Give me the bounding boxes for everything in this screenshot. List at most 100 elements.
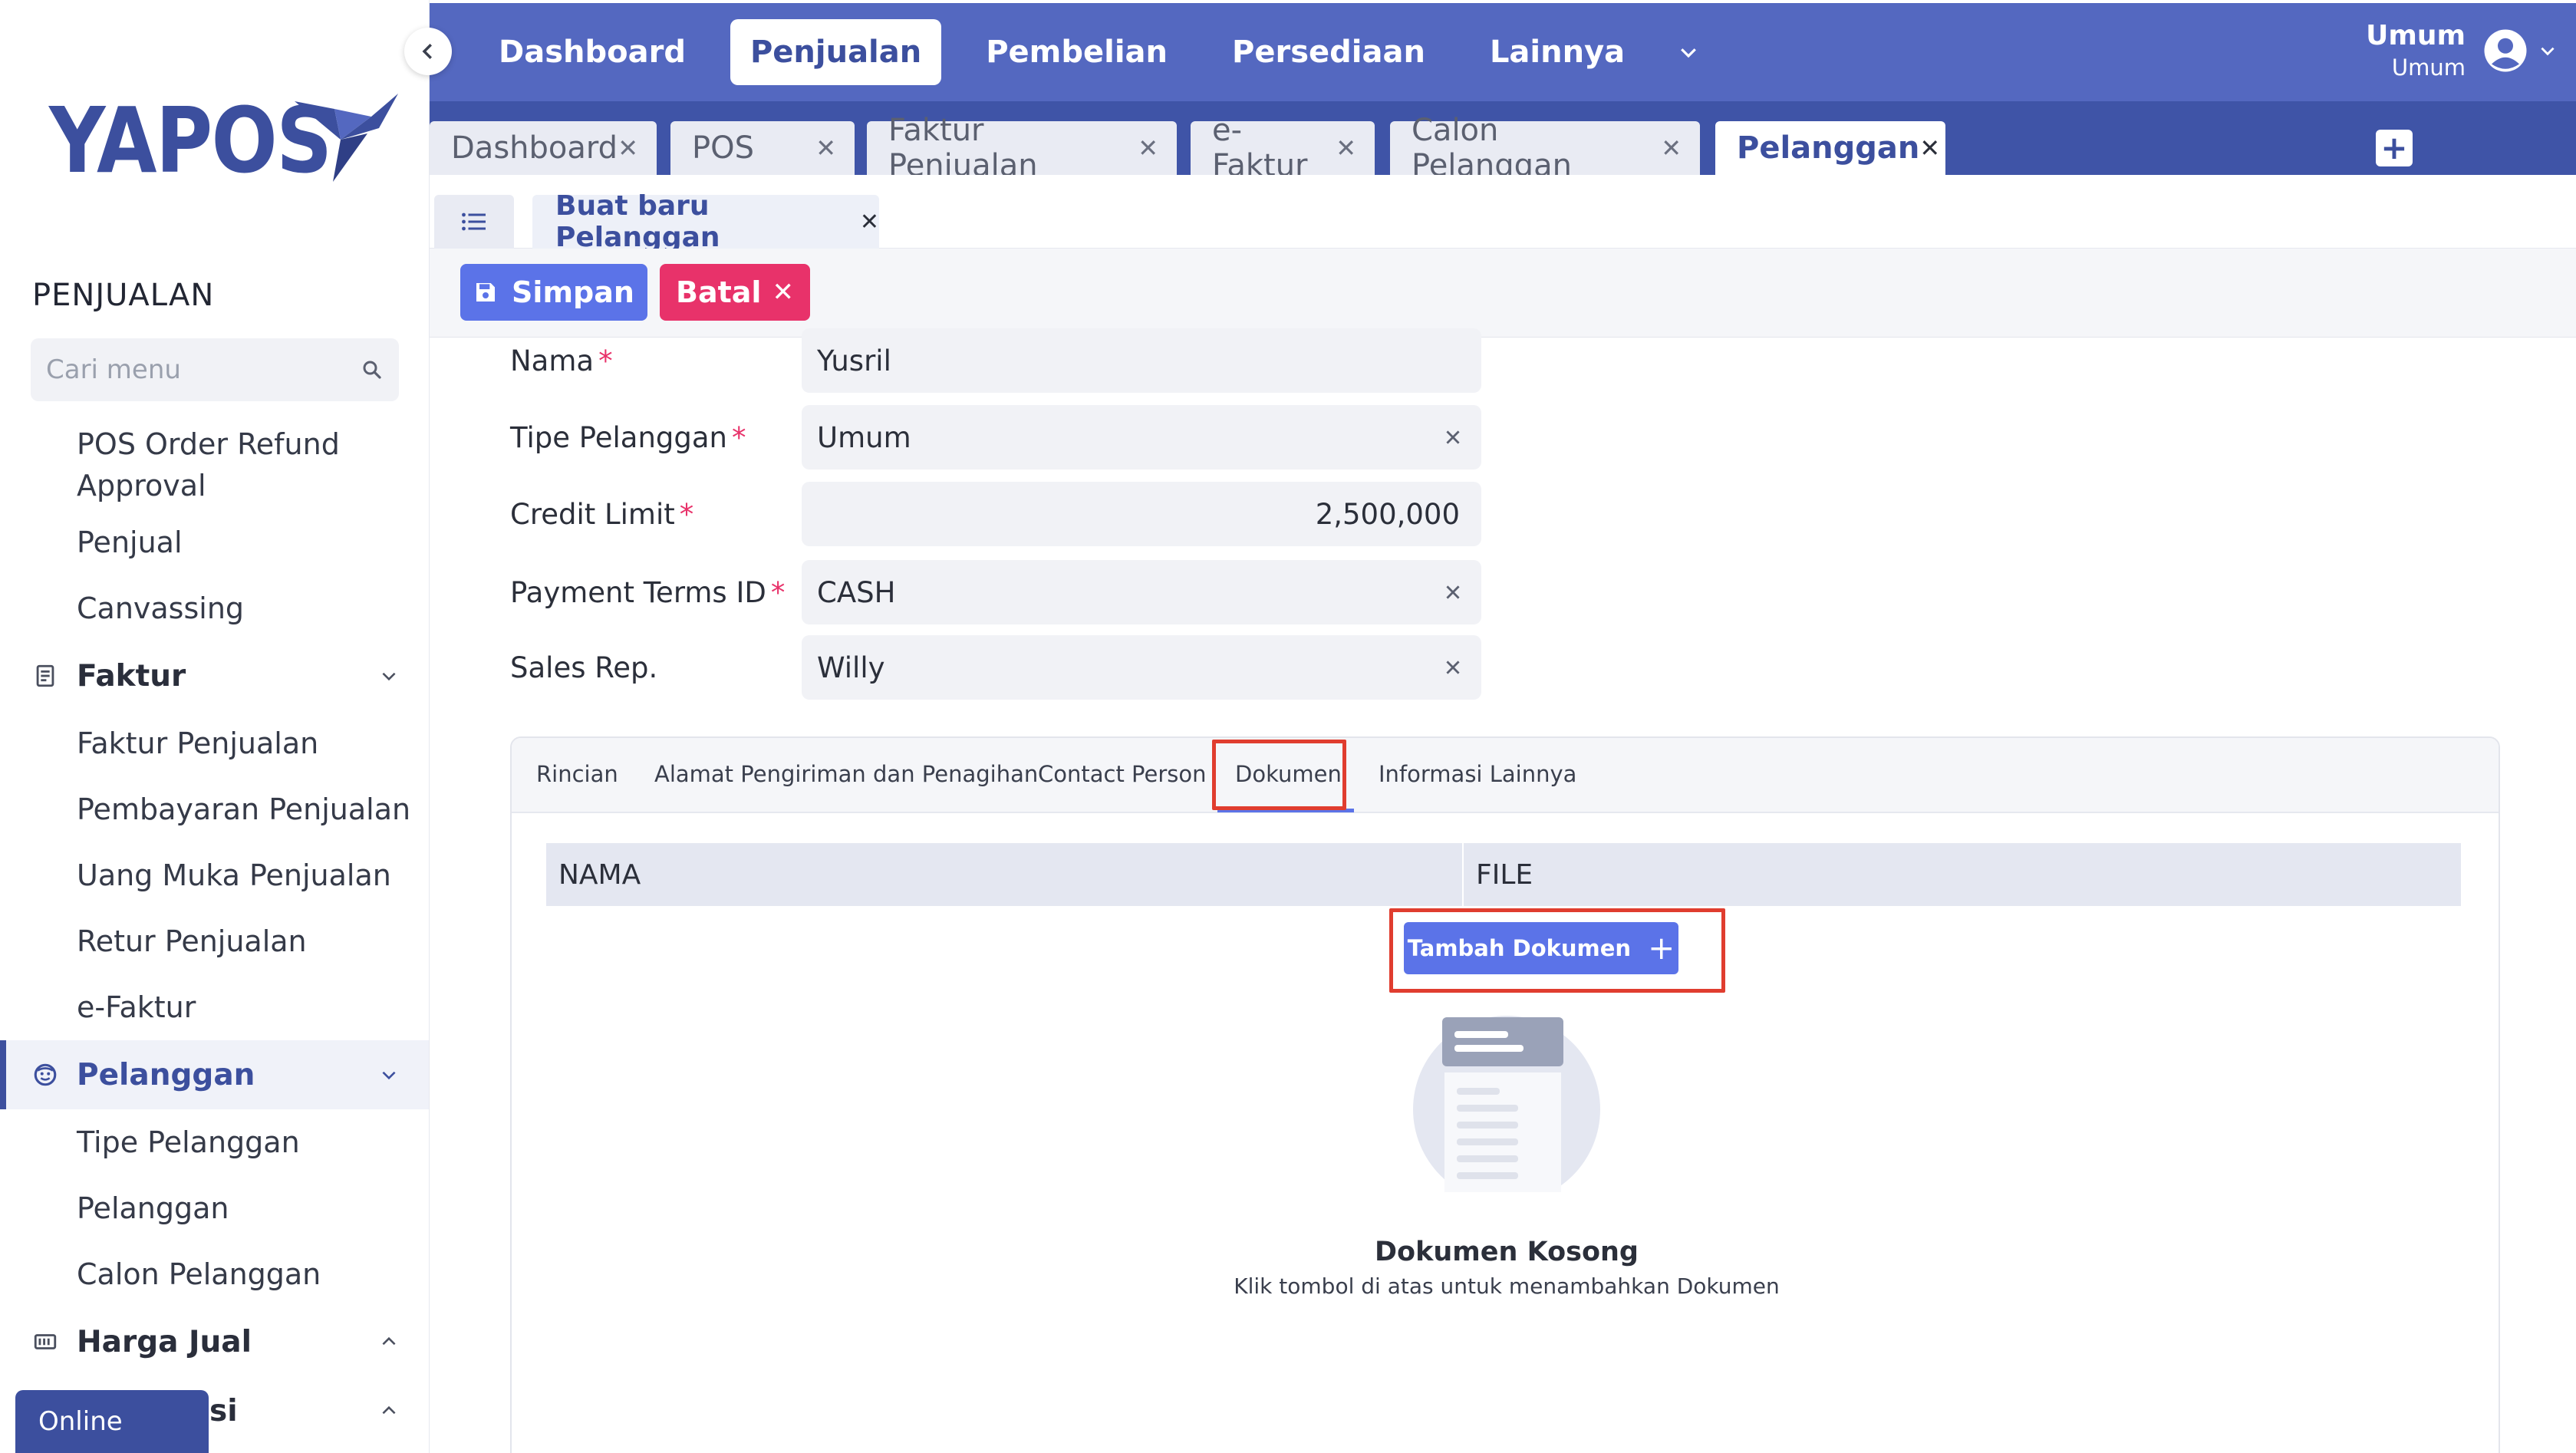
tab-e-faktur[interactable]: e-Faktur ✕: [1191, 113, 1375, 183]
highlight-box: [1212, 740, 1346, 810]
tab-label: e-Faktur: [1212, 113, 1308, 183]
field-label: Credit Limit *: [510, 498, 802, 531]
nav-penjualan[interactable]: Penjualan: [730, 19, 942, 85]
sidebar-item-label: Tipe Pelanggan: [77, 1125, 300, 1159]
close-icon[interactable]: ✕: [618, 133, 638, 163]
sales-rep-select[interactable]: Willy: [802, 635, 1481, 700]
form-row-tipe-pelanggan: Tipe Pelanggan * Umum: [510, 405, 1911, 470]
tab-alamat-pengiriman[interactable]: Alamat Pengiriman dan Penagihan: [654, 761, 1038, 787]
nav-lainnya[interactable]: Lainnya: [1470, 19, 1645, 85]
save-button[interactable]: Simpan: [460, 264, 647, 321]
list-view-button[interactable]: [434, 195, 514, 249]
field-label: Nama *: [510, 344, 802, 377]
menu-search-input[interactable]: Cari menu: [31, 338, 399, 401]
tab-pelanggan[interactable]: Pelanggan ✕: [1715, 121, 1945, 175]
tab-calon-pelanggan[interactable]: Calon Pelanggan ✕: [1390, 113, 1700, 183]
sidebar-group-pelanggan[interactable]: Pelanggan: [0, 1040, 429, 1109]
close-icon[interactable]: ✕: [1138, 133, 1158, 163]
clear-icon[interactable]: [1443, 427, 1463, 447]
tab-label: POS: [692, 130, 754, 166]
sidebar-item-label: Pembayaran Penjualan: [77, 792, 411, 826]
online-status-badge[interactable]: Online: [15, 1390, 209, 1453]
empty-state-subtitle: Klik tombol di atas untuk menambahkan Do…: [1234, 1273, 1780, 1299]
sidebar-item-label: Uang Muka Penjualan: [77, 858, 391, 892]
sidebar-item-pelanggan[interactable]: Pelanggan: [0, 1175, 429, 1241]
chevron-down-icon[interactable]: [379, 1065, 399, 1085]
sidebar-item-pos-order-refund-approval[interactable]: POS Order Refund Approval: [0, 420, 429, 509]
chevron-down-icon[interactable]: [379, 666, 399, 686]
nav-label: Dashboard: [499, 35, 686, 70]
sidebar-item-penjual[interactable]: Penjual: [0, 509, 429, 575]
sidebar-item-label: Penjual: [77, 526, 183, 559]
tipe-pelanggan-select[interactable]: Umum: [802, 405, 1481, 470]
payment-terms-select[interactable]: CASH: [802, 560, 1481, 624]
sidebar-item-label: e-Faktur: [77, 990, 196, 1024]
sidebar-item-label: Canvassing: [77, 591, 245, 625]
cancel-button[interactable]: Batal ✕: [660, 264, 810, 321]
list-icon: [462, 213, 486, 231]
column-header-nama: NAMA: [546, 843, 1464, 906]
brand-logo[interactable]: YAPOS: [49, 87, 398, 193]
tab-pos[interactable]: POS ✕: [670, 121, 855, 175]
chevron-up-icon[interactable]: [379, 1401, 399, 1421]
nav-dashboard[interactable]: Dashboard: [479, 19, 706, 85]
nav-pembelian[interactable]: Pembelian: [966, 19, 1188, 85]
sidebar-item-pembayaran-penjualan[interactable]: Pembayaran Penjualan: [0, 776, 429, 842]
nav-persediaan[interactable]: Persediaan: [1212, 19, 1445, 85]
bird-logo-icon: [295, 94, 398, 182]
sub-tab-label: Buat baru Pelanggan: [555, 190, 720, 253]
tab-label: Pelanggan: [1737, 130, 1920, 166]
search-icon[interactable]: [361, 358, 384, 381]
empty-document-illustration: [1413, 1016, 1600, 1192]
close-icon[interactable]: ✕: [860, 209, 879, 236]
sidebar-group-harga-jual[interactable]: Harga Jual: [0, 1307, 429, 1376]
chevron-down-icon[interactable]: [1677, 41, 1700, 64]
field-label: Tipe Pelanggan *: [510, 421, 802, 454]
sidebar-item-label: Pelanggan: [77, 1191, 229, 1225]
field-label-text: Tipe Pelanggan: [510, 420, 728, 454]
column-header-file: FILE: [1476, 858, 1533, 891]
chevron-up-icon[interactable]: [379, 1332, 399, 1352]
clear-icon[interactable]: [1443, 657, 1463, 677]
close-icon[interactable]: ✕: [1919, 133, 1940, 163]
sidebar-item-faktur-penjualan[interactable]: Faktur Penjualan: [0, 710, 429, 776]
tab-label: Calon Pelanggan: [1412, 113, 1572, 183]
sidebar-item-label: POS Order Refund Approval: [77, 427, 340, 502]
highlight-box: [1389, 908, 1725, 993]
user-role: Umum: [2391, 54, 2466, 81]
sidebar-item-tipe-pelanggan[interactable]: Tipe Pelanggan: [0, 1109, 429, 1175]
tab-contact-person[interactable]: Contact Person: [1038, 761, 1207, 787]
sidebar-section-title: PENJUALAN: [32, 278, 215, 313]
sidebar-item-retur-penjualan[interactable]: Retur Penjualan: [0, 908, 429, 974]
sidebar-item-calon-pelanggan[interactable]: Calon Pelanggan: [0, 1241, 429, 1307]
close-icon[interactable]: ✕: [815, 133, 836, 163]
nama-field[interactable]: Yusril: [802, 328, 1481, 393]
sidebar-item-uang-muka-penjualan[interactable]: Uang Muka Penjualan: [0, 842, 429, 908]
nav-label: Persediaan: [1232, 35, 1425, 70]
tab-faktur-penjualan[interactable]: Faktur Penjualan ✕: [867, 113, 1177, 183]
nav-label: Pembelian: [986, 35, 1168, 70]
close-icon[interactable]: ✕: [1661, 133, 1682, 163]
clear-icon[interactable]: [1443, 582, 1463, 602]
floppy-disk-icon: [476, 283, 496, 301]
user-info: Umum Umum: [2366, 20, 2466, 81]
user-menu[interactable]: Umum Umum: [2366, 20, 2558, 81]
tab-rincian[interactable]: Rincian: [536, 761, 618, 787]
sidebar-item-canvassing[interactable]: Canvassing: [0, 575, 429, 641]
add-tab-button[interactable]: +: [2376, 130, 2413, 166]
credit-limit-field[interactable]: 2,500,000: [802, 482, 1481, 546]
form-row-credit-limit: Credit Limit * 2,500,000: [510, 482, 1911, 546]
avatar[interactable]: [2482, 28, 2528, 74]
tab-dashboard[interactable]: Dashboard ✕: [430, 121, 657, 175]
close-icon[interactable]: ✕: [1336, 133, 1356, 163]
document-tab-bar: Dashboard ✕ POS ✕ Faktur Penjualan ✕ e-F…: [430, 101, 2576, 183]
sidebar-group-label: Harga Jual: [77, 1324, 252, 1359]
sidebar-collapse-button[interactable]: [404, 28, 452, 75]
detail-tab-panel: Rincian Alamat Pengiriman dan Penagihan …: [510, 736, 2500, 1453]
sidebar-item-e-faktur[interactable]: e-Faktur: [0, 974, 429, 1040]
detail-tab-bar: Rincian Alamat Pengiriman dan Penagihan …: [512, 738, 2499, 813]
tab-buat-baru-pelanggan[interactable]: Buat baru Pelanggan ✕: [532, 190, 879, 253]
tab-informasi-lainnya[interactable]: Informasi Lainnya: [1379, 761, 1576, 787]
sidebar-group-faktur[interactable]: Faktur: [0, 641, 429, 710]
chevron-down-icon[interactable]: [2538, 41, 2558, 61]
